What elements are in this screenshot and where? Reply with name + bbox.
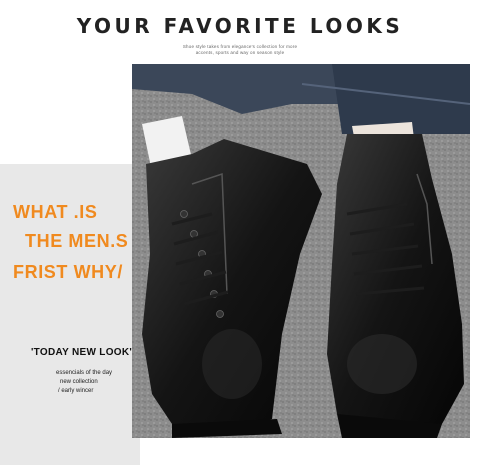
page-title: YOUR FAVORITE LOOKS xyxy=(76,14,404,38)
page-subtitle-2: accents, sports and way on season style xyxy=(195,50,285,55)
slogan-line-2: THE MEN.S xyxy=(25,231,129,251)
slogan-line-1: WHAT .IS xyxy=(13,202,98,222)
caption-headline: 'TODAY NEW LOOK' xyxy=(31,347,133,358)
caption-line-3: / early wincer xyxy=(58,388,94,394)
page-subtitle: Shoe style takes from elegance's collect… xyxy=(182,44,298,49)
product-photo xyxy=(132,64,470,438)
slogan-line-3: FRIST WHY/ xyxy=(13,262,123,282)
caption-line-1: essencials of the day xyxy=(56,370,113,376)
caption-line-2: new collection xyxy=(60,379,98,385)
